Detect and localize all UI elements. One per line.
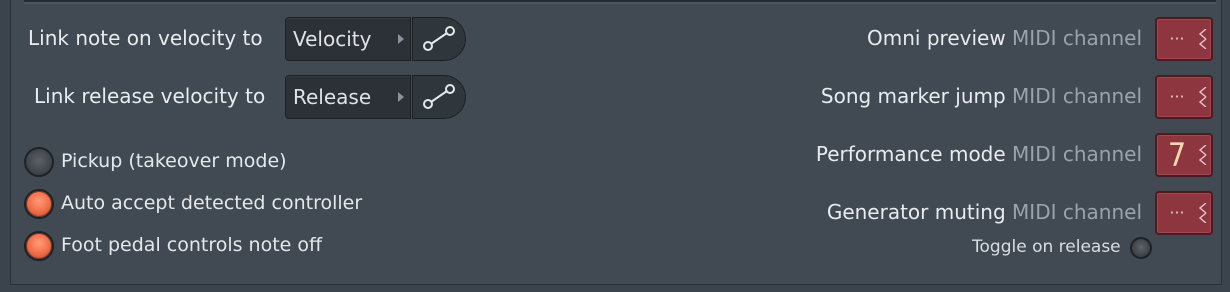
channel-value: 7	[1167, 136, 1187, 174]
chevron-left-icon	[1198, 145, 1207, 165]
song-marker-jump-row: Song marker jump MIDI channel	[821, 84, 1142, 108]
chevron-left-icon	[1198, 203, 1207, 223]
midi-row-name: Generator muting	[826, 200, 1006, 224]
omni-preview-channel-box[interactable]: ···	[1155, 17, 1213, 61]
link-release-velocity-label: Link release velocity to	[34, 84, 266, 108]
top-divider	[24, 0, 1216, 4]
midi-row-suffix: MIDI channel	[1012, 26, 1142, 50]
note-on-velocity-selector[interactable]: Velocity	[285, 17, 411, 61]
midi-row-name: Performance mode	[815, 142, 1006, 166]
link-note-on-velocity-label: Link note on velocity to	[28, 26, 263, 50]
toggle-on-release-led[interactable]	[1130, 237, 1152, 259]
performance-mode-channel-box[interactable]: 7	[1155, 133, 1213, 177]
generator-muting-channel-box[interactable]: ···	[1155, 191, 1213, 235]
triangle-right-icon	[398, 34, 404, 44]
release-velocity-selector[interactable]: Release	[285, 75, 411, 119]
song-marker-jump-channel-box[interactable]: ···	[1155, 75, 1213, 119]
midi-row-suffix: MIDI channel	[1012, 142, 1142, 166]
channel-value: ···	[1169, 203, 1185, 222]
midi-row-suffix: MIDI channel	[1012, 84, 1142, 108]
toggle-on-release-label: Toggle on release	[972, 237, 1121, 257]
channel-value: ···	[1169, 87, 1185, 106]
option-label: Auto accept detected controller	[61, 192, 363, 214]
omni-preview-row: Omni preview MIDI channel	[867, 26, 1142, 50]
led-checkbox-icon[interactable]	[24, 231, 54, 261]
triangle-right-icon	[398, 92, 404, 102]
midi-row-name: Omni preview	[867, 26, 1006, 50]
note-on-velocity-value: Velocity	[293, 27, 372, 51]
link-icon	[423, 84, 455, 109]
note-on-velocity-link-button[interactable]	[412, 17, 466, 61]
chevron-left-icon	[1198, 87, 1207, 107]
option-label: Foot pedal controls note off	[61, 234, 323, 256]
performance-mode-row: Performance mode MIDI channel	[816, 142, 1142, 166]
midi-row-suffix: MIDI channel	[1012, 200, 1142, 224]
generator-muting-row: Generator muting MIDI channel	[827, 200, 1142, 224]
release-velocity-link-button[interactable]	[412, 75, 466, 119]
link-icon	[423, 26, 455, 51]
midi-row-name: Song marker jump	[820, 84, 1006, 108]
chevron-left-icon	[1198, 29, 1207, 49]
led-checkbox-icon[interactable]	[24, 189, 54, 219]
channel-value: ···	[1169, 29, 1185, 48]
option-label: Pickup (takeover mode)	[61, 150, 287, 172]
led-checkbox-icon[interactable]	[24, 147, 54, 177]
release-velocity-value: Release	[293, 85, 372, 109]
